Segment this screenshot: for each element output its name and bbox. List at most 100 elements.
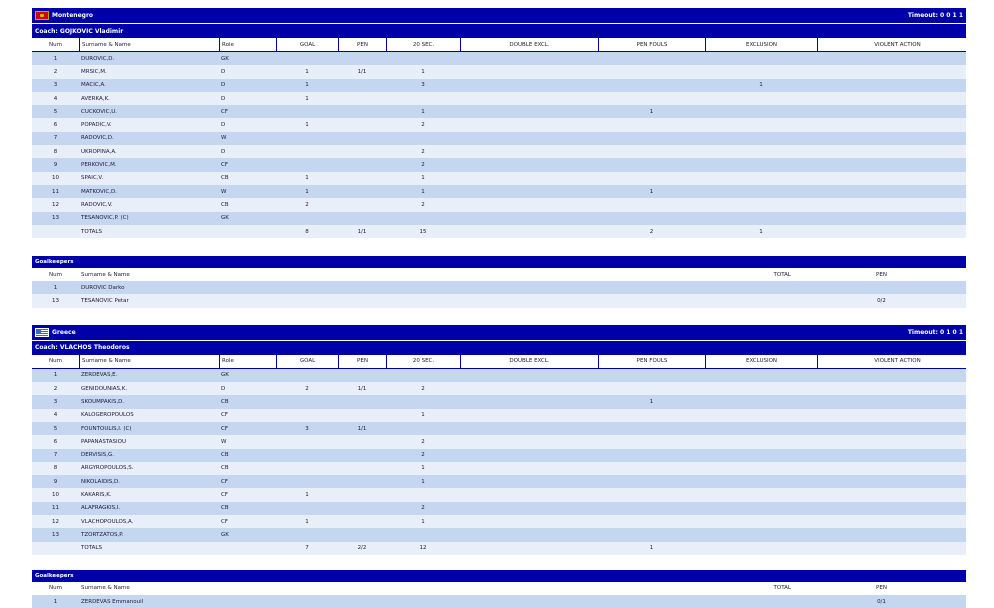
table-row: 7 DERVISIS,G. CB 2	[32, 448, 966, 462]
cell-pen-fouls	[598, 528, 705, 541]
cell-goal	[276, 475, 338, 488]
cell-double-excl	[460, 92, 598, 105]
cell-20sec	[386, 395, 460, 408]
cell-double-excl	[460, 79, 598, 92]
cell-name: KAKARIS,K.	[81, 492, 112, 499]
table-row: 3 SKOUMPAKIS,D. CB 1	[32, 395, 966, 409]
cell-goal	[276, 132, 338, 145]
cell-violent-action	[817, 422, 977, 435]
cell-name: DERVISIS,G.	[81, 452, 114, 459]
cell-pen	[338, 79, 386, 92]
cell-name: MRSIC,M.	[81, 68, 107, 75]
column-header: 20 SEC.	[386, 354, 460, 368]
column-header: PEN FOULS	[598, 354, 705, 368]
table-row: 2 MRSIC,M. D 1 1/1 1	[32, 65, 966, 79]
cell-violent-action	[817, 435, 977, 448]
goalkeeper-table-header: Num Surname & Name TOTAL PEN	[32, 582, 966, 595]
cell-pen: 1/1	[357, 228, 367, 235]
table-row: 12 VLACHOPOULOS,A. CF 1 1	[32, 515, 966, 529]
cell-goal: 7	[305, 545, 309, 552]
cell-violent-action	[817, 225, 977, 238]
gk-cell-name: TESANOVIC Petar	[81, 298, 129, 305]
table-row: 13 TZORTZATOS,P. GK	[32, 528, 966, 542]
table-row: 1 ZERDEVAS,E. GK	[32, 368, 966, 383]
cell-exclusion	[705, 435, 817, 448]
cell-20sec: 2	[421, 452, 425, 459]
cell-pen	[338, 132, 386, 145]
cell-20sec: 2	[421, 148, 425, 155]
table-row: 1 DUROVIC,D. GK	[32, 52, 966, 66]
cell-20sec	[386, 52, 460, 65]
cell-pen	[338, 145, 386, 158]
cell-20sec: 1	[421, 412, 425, 419]
cell-20sec	[386, 132, 460, 145]
cell-exclusion	[705, 52, 817, 65]
table-row: 3 MACIC,A. D 1 3 1	[32, 78, 966, 92]
cell-double-excl	[460, 502, 598, 515]
column-header: PEN	[338, 354, 386, 368]
table-row: 5 FOUNTOULIS,I. (C) CF 3 1/1	[32, 421, 966, 436]
table-row: 9 NIKOLAIDIS,D. CF 1	[32, 475, 966, 489]
column-header: PEN FOULS	[598, 38, 705, 51]
cell-goal	[276, 52, 338, 65]
cell-num: 4	[53, 95, 58, 102]
cell-goal: 1	[305, 68, 309, 75]
cell-20sec: 1	[421, 108, 425, 115]
cell-role: CF	[221, 492, 229, 499]
column-header: PEN	[338, 38, 386, 51]
goalkeeper-table-body: 1 ZERDEVAS Emmanouil 0/1	[32, 594, 966, 608]
gk-cell-name: ZERDEVAS Emmanouil	[81, 598, 144, 605]
cell-role: D	[221, 82, 226, 89]
cell-num: 2	[53, 385, 58, 392]
cell-double-excl	[460, 542, 598, 555]
cell-role: CB	[221, 452, 229, 459]
column-header: 20 SEC.	[386, 38, 460, 51]
cell-pen-fouls	[598, 79, 705, 92]
cell-pen	[338, 212, 386, 225]
cell-pen	[338, 528, 386, 541]
cell-double-excl	[460, 132, 598, 145]
cell-pen	[338, 185, 386, 198]
cell-exclusion	[705, 382, 817, 395]
cell-goal	[276, 435, 338, 448]
flag-greece-icon	[35, 327, 49, 337]
cell-goal: 1	[305, 82, 309, 89]
table-row: 13 TESANOVIC,P. (C) GK	[32, 211, 966, 225]
cell-pen	[338, 435, 386, 448]
cell-name: GENIDOUNIAS,K.	[81, 385, 128, 392]
cell-double-excl	[460, 118, 598, 131]
column-header: Num	[49, 585, 62, 592]
timeout-summary: Timeout: 0 1 0 1	[907, 328, 963, 336]
cell-num: 6	[53, 438, 58, 445]
cell-name: CUCKOVIC,U.	[81, 108, 117, 115]
cell-exclusion	[705, 449, 817, 462]
cell-num: 4	[53, 412, 58, 419]
cell-20sec	[386, 528, 460, 541]
cell-name: NIKOLAIDIS,D.	[81, 478, 121, 485]
cell-20sec	[386, 488, 460, 501]
goalkeeper-table-body: 1 DUROVIC Darko 13 TESANOVIC Petar 0/2	[32, 281, 966, 308]
cell-goal: 1	[305, 518, 309, 525]
gk-cell-pen: 0/2	[877, 298, 886, 305]
cell-violent-action	[817, 172, 977, 185]
cell-double-excl	[460, 52, 598, 65]
cell-pen	[338, 462, 386, 475]
table-row: 8 UKROPINA,A. D 2	[32, 145, 966, 159]
table-row: 4 KALOGEROPOULOS CF 1	[32, 408, 966, 422]
cell-role: D	[221, 68, 226, 75]
cell-pen-fouls	[598, 92, 705, 105]
cell-name: MATKOVIC,D.	[81, 188, 117, 195]
cell-violent-action	[817, 409, 977, 422]
table-row: 4 AVERKA,K. D 1	[32, 91, 966, 106]
column-header: PEN	[876, 271, 887, 278]
cell-num: 5	[53, 108, 58, 115]
cell-name: VLACHOPOULOS,A.	[81, 518, 134, 525]
table-row: 1 ZERDEVAS Emmanouil 0/1	[32, 594, 966, 608]
cell-violent-action	[817, 79, 977, 92]
cell-exclusion	[705, 409, 817, 422]
cell-name: ALAFRAGKIS,I.	[81, 505, 121, 512]
cell-exclusion	[705, 369, 817, 382]
cell-exclusion: 1	[759, 82, 763, 89]
table-row: 11 MATKOVIC,D. W 1 1 1	[32, 184, 966, 199]
cell-exclusion	[705, 528, 817, 541]
